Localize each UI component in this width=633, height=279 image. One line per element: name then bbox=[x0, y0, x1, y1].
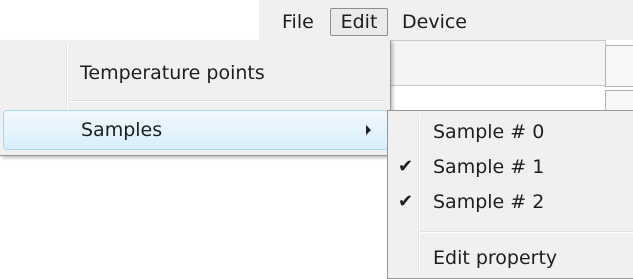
menu-bar: File Edit Device bbox=[0, 0, 633, 40]
menu-item-sample-1[interactable]: ✔ Sample # 1 bbox=[388, 150, 633, 184]
menu-file[interactable]: File bbox=[276, 8, 320, 36]
menu-item-sample-2[interactable]: ✔ Sample # 2 bbox=[388, 185, 633, 219]
menu-item-label: Sample # 0 bbox=[433, 121, 545, 143]
menu-item-label: Sample # 1 bbox=[433, 156, 545, 178]
menu-item-samples[interactable]: Samples bbox=[3, 110, 388, 150]
samples-submenu: Sample # 0 ✔ Sample # 1 ✔ Sample # 2 Edi… bbox=[387, 110, 633, 279]
edit-dropdown-menu: Temperature points Samples bbox=[0, 40, 391, 156]
menu-device[interactable]: Device bbox=[396, 8, 473, 36]
checkmark-icon: ✔ bbox=[398, 156, 414, 177]
menu-item-label: Edit property bbox=[433, 247, 558, 269]
menu-item-label: Samples bbox=[81, 119, 163, 141]
menu-edit[interactable]: Edit bbox=[330, 8, 388, 36]
menu-separator bbox=[68, 100, 386, 102]
menu-item-edit-property[interactable]: Edit property bbox=[388, 241, 633, 275]
background-button bbox=[605, 45, 633, 87]
menu-item-label: Sample # 2 bbox=[433, 191, 545, 213]
menu-item-sample-0[interactable]: Sample # 0 bbox=[388, 115, 633, 149]
submenu-arrow-icon bbox=[366, 125, 371, 135]
menu-item-label: Temperature points bbox=[80, 62, 265, 84]
checkmark-icon: ✔ bbox=[398, 191, 414, 212]
menu-item-temperature-points[interactable]: Temperature points bbox=[0, 53, 388, 93]
background-panel bbox=[390, 40, 606, 86]
menu-separator bbox=[421, 231, 633, 233]
